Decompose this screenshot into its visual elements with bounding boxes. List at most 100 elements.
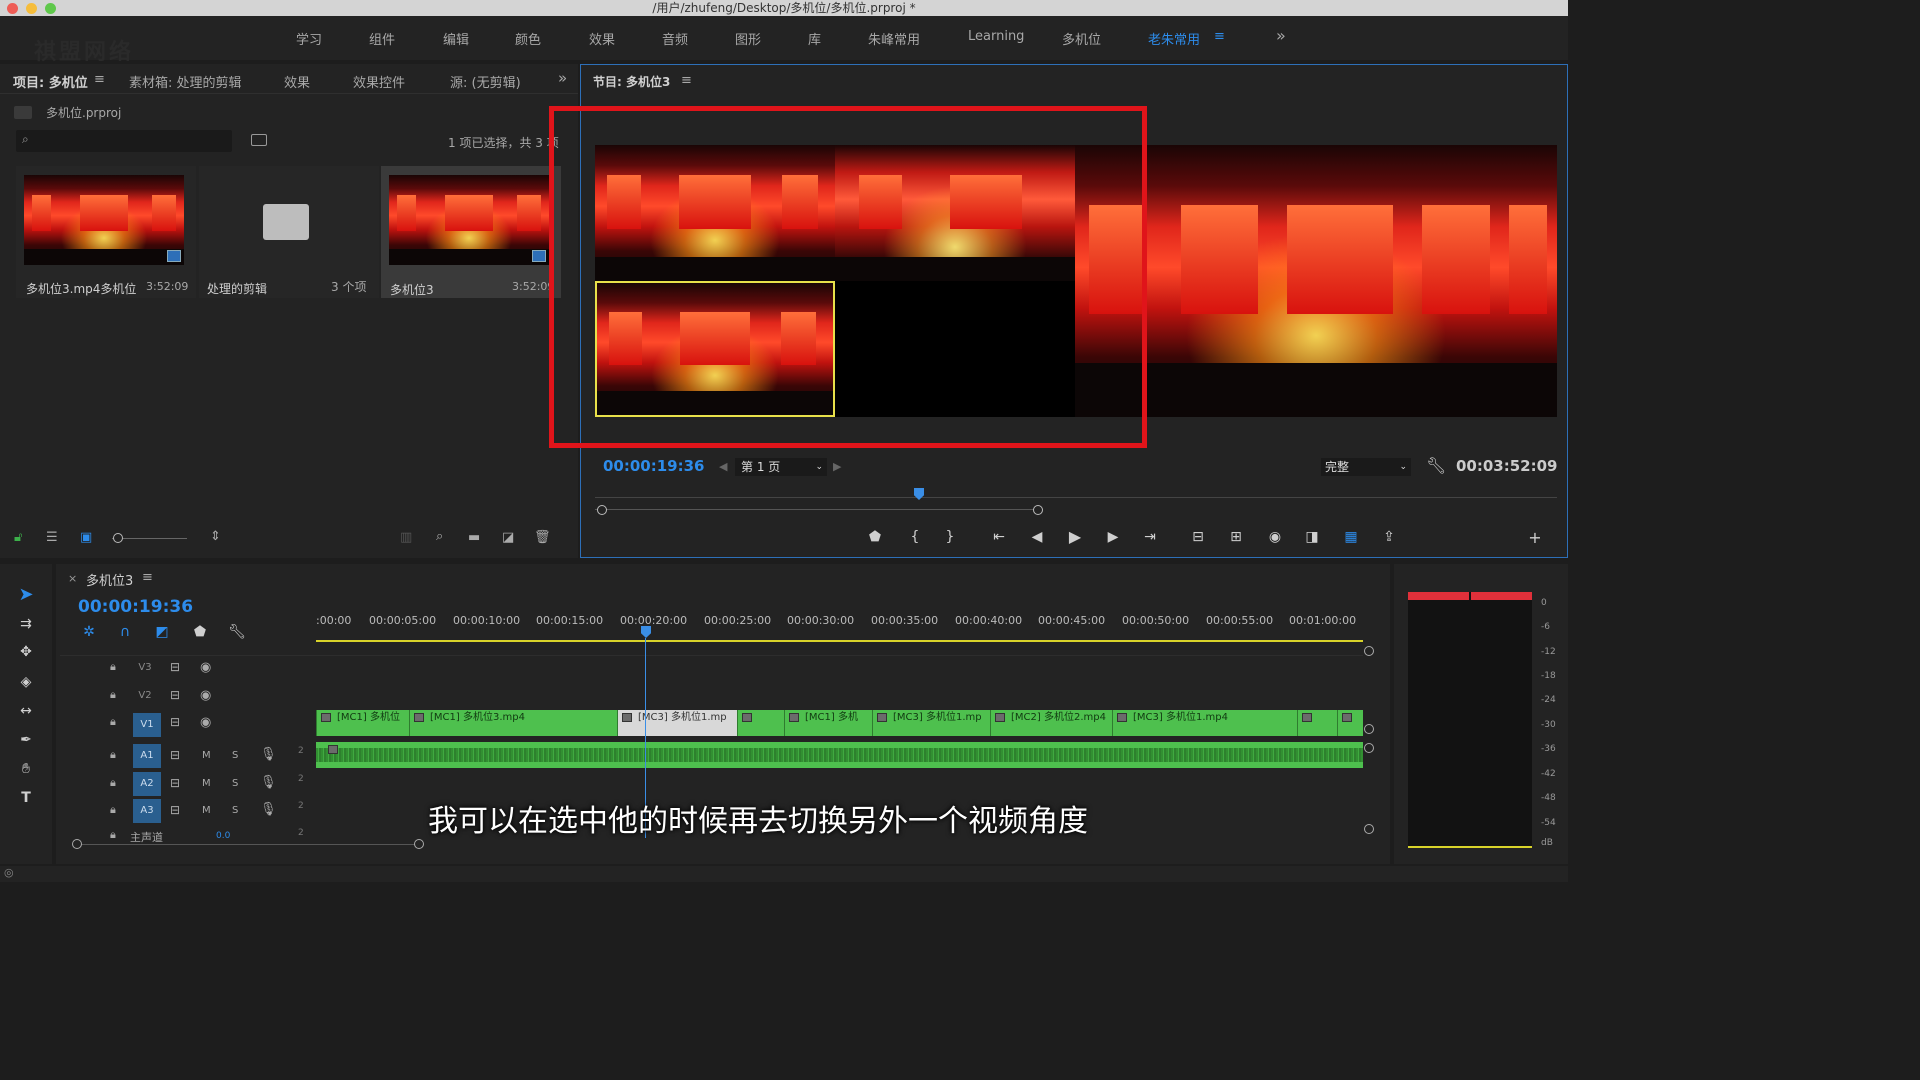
- workspace-multicam[interactable]: 多机位: [1062, 29, 1101, 48]
- workspace-learning[interactable]: Learning: [968, 29, 1024, 44]
- timeline-playhead-handle[interactable]: [641, 626, 651, 638]
- icon-view-icon[interactable]: ▣: [80, 530, 92, 545]
- go-to-out-icon[interactable]: ⇥: [1141, 529, 1159, 545]
- eye-icon[interactable]: ◉: [200, 715, 211, 730]
- audio-clip-a1[interactable]: [316, 742, 1363, 768]
- selection-tool-icon[interactable]: ➤: [17, 584, 35, 605]
- sync-lock-icon[interactable]: ⊟: [170, 803, 180, 817]
- lock-icon[interactable]: 🔓︎: [14, 530, 22, 545]
- new-item-icon[interactable]: ◪: [502, 530, 514, 545]
- scroll-handle-icon[interactable]: [1364, 824, 1374, 834]
- workspace-libraries[interactable]: 库: [808, 29, 821, 48]
- zoom-slider[interactable]: [112, 538, 187, 539]
- go-to-in-icon[interactable]: ⇤: [990, 529, 1008, 545]
- sync-lock-icon[interactable]: ⊟: [170, 715, 180, 729]
- trash-icon[interactable]: 🗑︎: [534, 530, 551, 545]
- add-marker-icon[interactable]: ⬟: [191, 624, 209, 640]
- lock-icon[interactable]: 🔒︎: [110, 688, 116, 702]
- microphone-icon[interactable]: 🎙︎: [260, 747, 277, 762]
- scroll-handle-icon[interactable]: [1364, 743, 1374, 753]
- eye-icon[interactable]: ◉: [200, 660, 211, 675]
- clip-v1[interactable]: [1297, 710, 1337, 736]
- tab-effect-controls[interactable]: 效果控件: [353, 72, 405, 91]
- lock-icon[interactable]: 🔒︎: [110, 660, 116, 674]
- monitor-playhead[interactable]: [914, 488, 924, 500]
- scrollbar-handle-left[interactable]: [72, 839, 82, 849]
- minimize-window-button[interactable]: [26, 3, 37, 14]
- track-a2-label[interactable]: A2: [133, 772, 161, 796]
- track-v1-label[interactable]: V1: [133, 713, 161, 737]
- microphone-icon[interactable]: 🎙︎: [260, 802, 277, 817]
- compare-icon[interactable]: ◨: [1303, 529, 1321, 545]
- zoom-handle-left[interactable]: [597, 505, 607, 515]
- workspace-menu-icon[interactable]: ≡: [1214, 29, 1225, 44]
- clip-v1[interactable]: [MC1] 多机位3.mp4: [409, 710, 617, 736]
- scroll-handle-icon[interactable]: [1364, 646, 1374, 656]
- razor-tool-icon[interactable]: ◈: [17, 674, 35, 690]
- zoom-handle-right[interactable]: [1033, 505, 1043, 515]
- page-select[interactable]: 第 1 页 ⌄: [735, 458, 827, 476]
- add-button-icon[interactable]: +: [1526, 528, 1544, 547]
- pen-tool-icon[interactable]: ✒: [17, 732, 35, 748]
- project-item-multicam3-sequence[interactable]: 多机位3 3:52:09: [381, 166, 561, 298]
- solo-button[interactable]: S: [232, 805, 238, 816]
- program-monitor-title[interactable]: 节目: 多机位3: [593, 73, 670, 90]
- tab-source[interactable]: 源: (无剪辑): [450, 72, 521, 91]
- track-a1-label[interactable]: A1: [133, 744, 161, 768]
- workspace-zhufeng[interactable]: 朱峰常用: [868, 29, 920, 48]
- workspace-overflow-icon[interactable]: »: [1276, 26, 1286, 45]
- clip-v1[interactable]: [MC2] 多机位2.mp4: [990, 710, 1112, 736]
- timeline-settings-icon[interactable]: 🔧︎: [228, 624, 246, 640]
- clip-v1-selected[interactable]: [MC3] 多机位1.mp: [617, 710, 737, 736]
- clip-v1[interactable]: [MC1] 多机位: [316, 710, 409, 736]
- tabs-overflow-icon[interactable]: »: [558, 69, 567, 87]
- tab-effects[interactable]: 效果: [284, 72, 310, 91]
- workspace-graphics[interactable]: 图形: [735, 29, 761, 48]
- horizontal-scrollbar[interactable]: [78, 844, 418, 845]
- workspace-editing[interactable]: 编辑: [443, 29, 469, 48]
- project-item-bin[interactable]: 处理的剪辑 3 个项: [199, 166, 379, 298]
- maximize-window-button[interactable]: [45, 3, 56, 14]
- multicam-toggle-icon[interactable]: ▦: [1342, 529, 1360, 545]
- lock-icon[interactable]: 🔒︎: [110, 748, 116, 762]
- work-area-bar[interactable]: [316, 640, 1363, 642]
- next-page-icon[interactable]: ▶: [833, 460, 841, 473]
- clip-v1[interactable]: [737, 710, 784, 736]
- quality-select[interactable]: 完整 ⌄: [1321, 458, 1411, 476]
- clip-v1[interactable]: [MC1] 多机: [784, 710, 872, 736]
- track-v3-label[interactable]: V3: [134, 662, 156, 673]
- track-v2-label[interactable]: V2: [134, 690, 156, 701]
- scroll-handle-icon[interactable]: [1364, 724, 1374, 734]
- solo-button[interactable]: S: [232, 778, 238, 789]
- solo-button[interactable]: S: [232, 750, 238, 761]
- eye-icon[interactable]: ◉: [200, 688, 211, 703]
- lift-icon[interactable]: ⊟: [1189, 529, 1207, 545]
- export-frame-icon[interactable]: ◉: [1266, 529, 1284, 545]
- search-input[interactable]: [38, 132, 226, 150]
- clip-v1[interactable]: [1337, 710, 1363, 736]
- sync-lock-icon[interactable]: ⊟: [170, 660, 180, 674]
- sync-lock-icon[interactable]: ⊟: [170, 748, 180, 762]
- lock-icon[interactable]: 🔒︎: [110, 715, 116, 729]
- mute-button[interactable]: M: [202, 778, 211, 789]
- project-item-multicam3-mp4[interactable]: 多机位3.mp4多机位 3:52:09: [16, 166, 196, 298]
- sync-lock-icon[interactable]: ⊟: [170, 688, 180, 702]
- sort-icon[interactable]: ⇕: [210, 529, 221, 544]
- mark-in-icon[interactable]: {: [906, 529, 924, 545]
- workspace-assembly[interactable]: 组件: [369, 29, 395, 48]
- hand-tool-icon[interactable]: ✋︎: [17, 761, 35, 777]
- play-icon[interactable]: ▶: [1066, 527, 1084, 546]
- wrench-icon[interactable]: 🔧︎: [1426, 456, 1446, 475]
- find-icon[interactable]: ⌕: [436, 529, 443, 544]
- automate-icon[interactable]: ▥: [400, 530, 412, 545]
- sequence-menu-icon[interactable]: ≡: [142, 570, 153, 585]
- close-window-button[interactable]: [7, 3, 18, 14]
- export-icon[interactable]: ⇪: [1380, 529, 1398, 545]
- workspace-learn[interactable]: 学习: [296, 29, 322, 48]
- new-bin-icon[interactable]: ▬: [468, 530, 480, 545]
- program-timecode[interactable]: 00:00:19:36: [603, 457, 705, 475]
- scrollbar-handle-right[interactable]: [414, 839, 424, 849]
- lock-icon[interactable]: 🔒︎: [110, 803, 116, 817]
- mute-button[interactable]: M: [202, 750, 211, 761]
- track-a3-label[interactable]: A3: [133, 799, 161, 823]
